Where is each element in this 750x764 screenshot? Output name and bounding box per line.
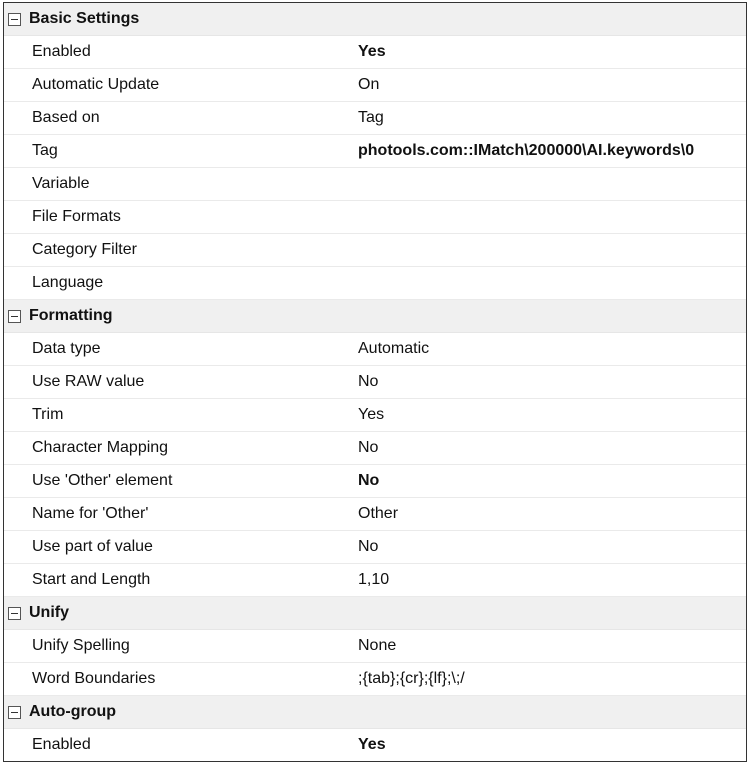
property-label[interactable]: Unify Spelling [4,637,354,655]
property-value[interactable]: On [354,76,746,94]
section-title: Auto-group [29,704,116,720]
collapse-icon[interactable] [8,13,21,26]
property-value[interactable]: Other [354,505,746,523]
property-row-category-filter: Category Filter [4,234,746,267]
property-label[interactable]: Word Boundaries [4,670,354,688]
property-label[interactable]: Trim [4,406,354,424]
property-label[interactable]: Name for 'Other' [4,505,354,523]
property-row-unify-spelling: Unify SpellingNone [4,630,746,663]
section-title: Basic Settings [29,11,139,27]
property-value[interactable]: No [354,538,746,556]
property-row-tag: Tagphotools.com::IMatch\200000\AI.keywor… [4,135,746,168]
property-value[interactable]: No [354,373,746,391]
property-label[interactable]: Category Filter [4,241,354,259]
section-header-formatting[interactable]: Formatting [4,300,746,333]
property-row-automatic-update: Automatic UpdateOn [4,69,746,102]
property-row-word-boundaries: Word Boundaries ;{tab};{cr};{lf};\;/ [4,663,746,696]
property-label[interactable]: Use 'Other' element [4,472,354,490]
property-label[interactable]: Variable [4,175,354,193]
property-label[interactable]: Data type [4,340,354,358]
property-value[interactable]: ;{tab};{cr};{lf};\;/ [354,670,746,688]
property-row-enabled: EnabledYes [4,729,746,761]
property-row-use-raw-value: Use RAW valueNo [4,366,746,399]
property-label[interactable]: Automatic Update [4,76,354,94]
property-label[interactable]: Enabled [4,736,354,754]
property-value[interactable]: No [354,439,746,457]
property-value[interactable]: 1,10 [354,571,746,589]
property-row-variable: Variable [4,168,746,201]
collapse-icon[interactable] [8,706,21,719]
property-row-based-on: Based onTag [4,102,746,135]
property-value[interactable]: Yes [354,736,746,754]
property-label[interactable]: Use RAW value [4,373,354,391]
section-header-basic-settings[interactable]: Basic Settings [4,3,746,36]
section-header-unify[interactable]: Unify [4,597,746,630]
property-value[interactable]: Tag [354,109,746,127]
property-label[interactable]: Tag [4,142,354,160]
property-grid: Basic SettingsEnabledYesAutomatic Update… [3,2,747,762]
property-row-character-mapping: Character MappingNo [4,432,746,465]
property-row-language: Language [4,267,746,300]
property-label[interactable]: Based on [4,109,354,127]
property-row-enabled: EnabledYes [4,36,746,69]
section-title: Unify [29,605,69,621]
collapse-icon[interactable] [8,607,21,620]
property-value[interactable]: Yes [354,406,746,424]
property-row-use-other-element: Use 'Other' elementNo [4,465,746,498]
property-label[interactable]: Language [4,274,354,292]
property-value[interactable]: No [354,472,746,490]
property-value[interactable]: Automatic [354,340,746,358]
property-value[interactable]: None [354,637,746,655]
section-title: Formatting [29,308,113,324]
collapse-icon[interactable] [8,310,21,323]
property-row-start-and-length: Start and Length1,10 [4,564,746,597]
property-label[interactable]: File Formats [4,208,354,226]
property-label[interactable]: Start and Length [4,571,354,589]
property-row-file-formats: File Formats [4,201,746,234]
property-row-use-part-of-value: Use part of valueNo [4,531,746,564]
property-value[interactable]: photools.com::IMatch\200000\AI.keywords\… [354,142,746,160]
property-row-name-for-other: Name for 'Other'Other [4,498,746,531]
property-label[interactable]: Enabled [4,43,354,61]
property-row-data-type: Data typeAutomatic [4,333,746,366]
property-row-trim: TrimYes [4,399,746,432]
property-label[interactable]: Use part of value [4,538,354,556]
property-value[interactable]: Yes [354,43,746,61]
property-label[interactable]: Character Mapping [4,439,354,457]
